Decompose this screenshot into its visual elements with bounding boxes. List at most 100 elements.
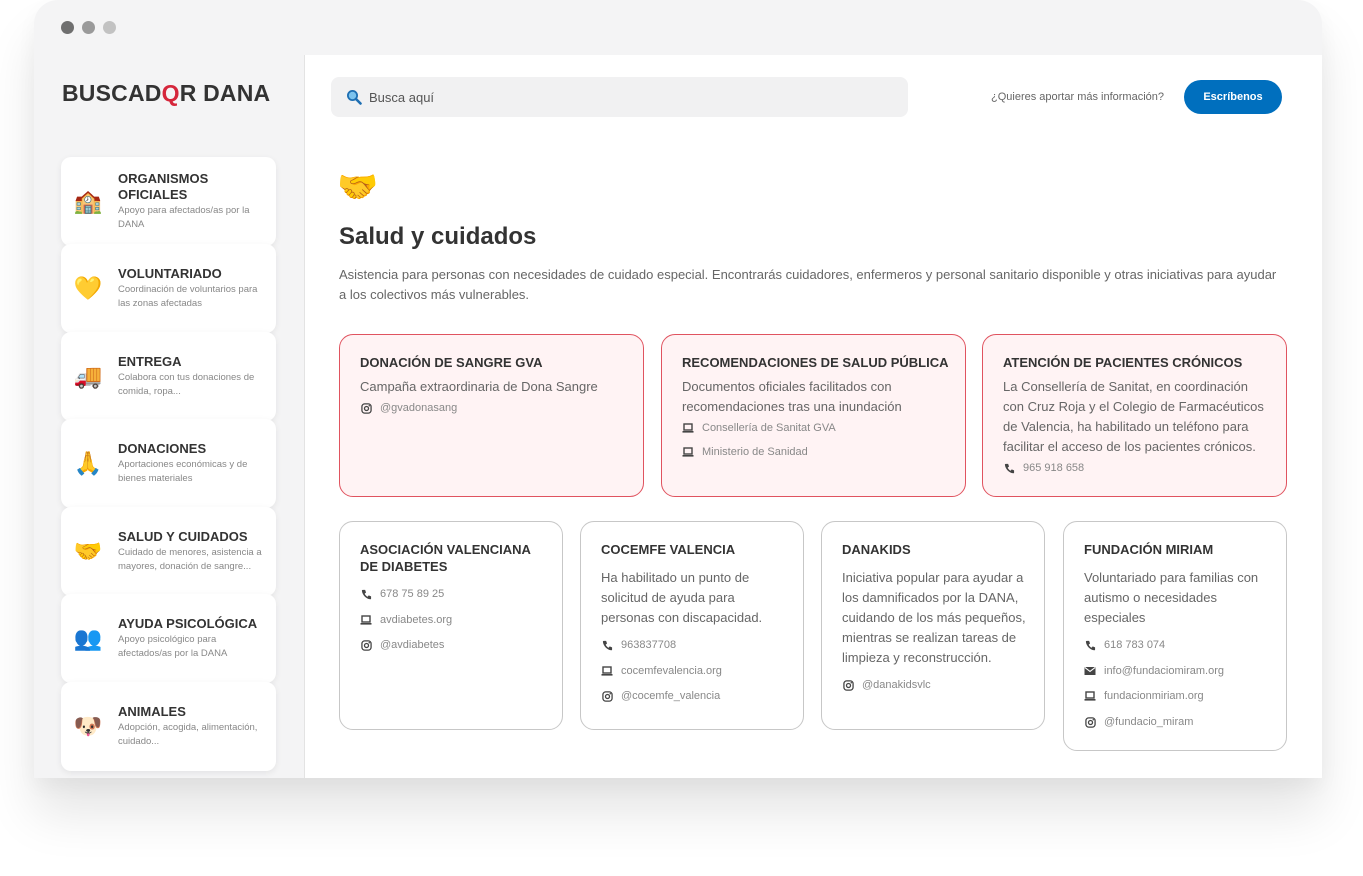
praying-hands-icon: 🙏 (73, 450, 103, 476)
contact-text: fundacionmiriam.org (1104, 690, 1204, 702)
logo-text-start: BUSCAD (62, 80, 162, 106)
mail-icon (1084, 665, 1096, 677)
sidebar-item-voluntariado[interactable]: 💛 VOLUNTARIADO Coordinación de voluntario… (61, 244, 276, 333)
contact-email[interactable]: info@fundaciomiram.org (1084, 663, 1276, 679)
contact-text: cocemfevalencia.org (621, 665, 722, 677)
contact-text: 963837708 (621, 639, 677, 651)
contact-website[interactable]: cocemfevalencia.org (601, 663, 793, 679)
sidebar-item-title: ANIMALES (118, 704, 186, 719)
instagram-icon (360, 639, 372, 651)
laptop-icon (360, 614, 372, 626)
contact-text: @avdiabetes (380, 639, 445, 651)
card-danakids[interactable]: DANAKIDS Iniciativa popular para ayudar … (821, 521, 1045, 730)
app-logo[interactable]: BUSCADQR DANA (62, 80, 270, 107)
contact-instagram[interactable]: @avdiabetes (360, 637, 552, 653)
sidebar-item-description: Colabora con tus donaciones de comida, r… (118, 372, 255, 397)
instagram-icon (601, 690, 613, 702)
yellow-heart-icon: 💛 (73, 275, 103, 301)
sidebar-item-title: SALUD Y CUIDADOS (118, 529, 248, 544)
sidebar-item-title: VOLUNTARIADO (118, 266, 222, 281)
card-title: COCEMFE VALENCIA (601, 542, 736, 557)
contact-phone[interactable]: 678 75 89 25 (360, 586, 552, 602)
card-body: La Consellería de Sanitat, en coordinaci… (1003, 379, 1264, 454)
write-to-us-button[interactable]: Escríbenos (1184, 80, 1282, 114)
contact-text: 678 75 89 25 (380, 588, 445, 600)
contact-instagram[interactable]: @cocemfe_valencia (601, 688, 793, 704)
laptop-icon (601, 665, 613, 677)
people-icon: 👥 (73, 625, 103, 651)
sidebar-item-animales[interactable]: 🐶 ANIMALES Adopción, acogida, alimentació… (61, 682, 276, 771)
search-placeholder: Busca aquí (369, 89, 435, 105)
phone-icon (1084, 639, 1096, 651)
logo-magnifier-q: Q (161, 80, 180, 106)
instagram-icon (360, 402, 372, 414)
card-body: Documentos oficiales facilitados con rec… (682, 379, 902, 414)
contact-text: Ministerio de Sanidad (702, 446, 808, 458)
sidebar-item-description: Apoyo para afectados/as por la DANA (118, 205, 250, 230)
contact-instagram[interactable]: @fundacio_miram (1084, 714, 1276, 730)
laptop-icon (682, 446, 694, 458)
card-fundacion-miriam[interactable]: FUNDACIÓN MIRIAM Voluntariado para famil… (1063, 521, 1287, 751)
contact-text: 618 783 074 (1104, 639, 1166, 651)
contact-website[interactable]: fundacionmiriam.org (1084, 688, 1276, 704)
sidebar-item-entrega[interactable]: 🚚 ENTREGA Colabora con tus donaciones de … (61, 332, 276, 421)
card-body: Ha habilitado un punto de solicitud de a… (601, 570, 763, 625)
dog-face-icon: 🐶 (73, 713, 103, 739)
phone-icon (601, 639, 613, 651)
instagram-icon (1084, 716, 1096, 728)
contact-website[interactable]: avdiabetes.org (360, 612, 552, 628)
section-description: Asistencia para personas con necesidades… (339, 267, 1277, 302)
contact-instagram[interactable]: @danakidsvlc (842, 677, 1034, 693)
featured-card-pacientes-cronicos[interactable]: ATENCIÓN DE PACIENTES CRÓNICOS La Consel… (982, 334, 1287, 497)
instagram-icon (842, 679, 854, 691)
card-cocemfe-valencia[interactable]: COCEMFE VALENCIA Ha habilitado un punto … (580, 521, 804, 730)
search-icon (346, 89, 362, 105)
window-controls (61, 21, 116, 34)
contact-text: @fundacio_miram (1104, 716, 1194, 728)
contact-phone[interactable]: 618 783 074 (1084, 637, 1276, 653)
card-title: FUNDACIÓN MIRIAM (1084, 542, 1214, 557)
contact-text: avdiabetes.org (380, 614, 453, 626)
contact-phone[interactable]: 965 918 658 (1003, 460, 1276, 476)
featured-card-donacion-sangre[interactable]: DONACIÓN DE SANGRE GVA Campaña extraordi… (339, 334, 644, 497)
contact-website[interactable]: Consellería de Sanitat GVA (682, 420, 955, 436)
contact-text: 965 918 658 (1023, 462, 1085, 474)
card-title: RECOMENDACIONES DE SALUD PÚBLICA (682, 355, 949, 370)
card-title: DONACIÓN DE SANGRE GVA (360, 355, 543, 370)
window-dot-close[interactable] (61, 21, 74, 34)
school-building-icon: 🏫 (73, 188, 103, 214)
contact-text: @danakidsvlc (862, 679, 931, 691)
card-asociacion-valenciana-diabetes[interactable]: ASOCIACIÓN VALENCIANA DE DIABETES 678 75… (339, 521, 563, 730)
contact-instagram[interactable]: @gvadonasang (360, 400, 633, 416)
sidebar-item-donaciones[interactable]: 🙏 DONACIONES Aportaciones económicas y de… (61, 419, 276, 508)
card-body: Iniciativa popular para ayudar a los dam… (842, 570, 1026, 665)
featured-card-salud-publica[interactable]: RECOMENDACIONES DE SALUD PÚBLICA Documen… (661, 334, 966, 497)
sidebar-item-organismos-oficiales[interactable]: 🏫 ORGANISMOS OFICIALES Apoyo para afectad… (61, 157, 276, 246)
page-title: Salud y cuidados (339, 223, 537, 250)
contact-phone[interactable]: 963837708 (601, 637, 793, 653)
sidebar-item-description: Cuidado de menores, asistencia a mayores… (118, 547, 262, 572)
window-dot-minimize[interactable] (82, 21, 95, 34)
card-title: ATENCIÓN DE PACIENTES CRÓNICOS (1003, 355, 1243, 370)
sidebar-item-title: ENTREGA (118, 354, 182, 369)
card-body: Campaña extraordinaria de Dona Sangre (360, 379, 598, 394)
logo-text-end: R DANA (179, 80, 271, 106)
contribute-info-link[interactable]: ¿Quieres aportar más información? (991, 91, 1164, 103)
laptop-icon (1084, 690, 1096, 702)
sidebar-item-salud-y-cuidados[interactable]: 🤝 SALUD Y CUIDADOS Cuidado de menores, as… (61, 507, 276, 596)
sidebar-item-title: AYUDA PSICOLÓGICA (118, 616, 258, 631)
contact-text: info@fundaciomiram.org (1104, 665, 1224, 677)
sidebar-item-description: Aportaciones económicas y de bienes mate… (118, 459, 248, 484)
window-dot-maximize[interactable] (103, 21, 116, 34)
sidebar-item-ayuda-psicologica[interactable]: 👥 AYUDA PSICOLÓGICA Apoyo psicológico par… (61, 594, 276, 683)
search-input[interactable]: Busca aquí (331, 77, 908, 117)
sidebar-item-title: ORGANISMOS OFICIALES (118, 171, 209, 202)
contact-text: @cocemfe_valencia (621, 690, 721, 702)
contact-website[interactable]: Ministerio de Sanidad (682, 444, 955, 460)
card-title: ASOCIACIÓN VALENCIANA DE DIABETES (360, 542, 531, 574)
contact-text: Consellería de Sanitat GVA (702, 422, 836, 434)
phone-icon (1003, 462, 1015, 474)
sidebar-item-description: Coordinación de voluntarios para las zon… (118, 284, 258, 309)
card-title: DANAKIDS (842, 542, 911, 557)
sidebar-item-title: DONACIONES (118, 441, 207, 456)
